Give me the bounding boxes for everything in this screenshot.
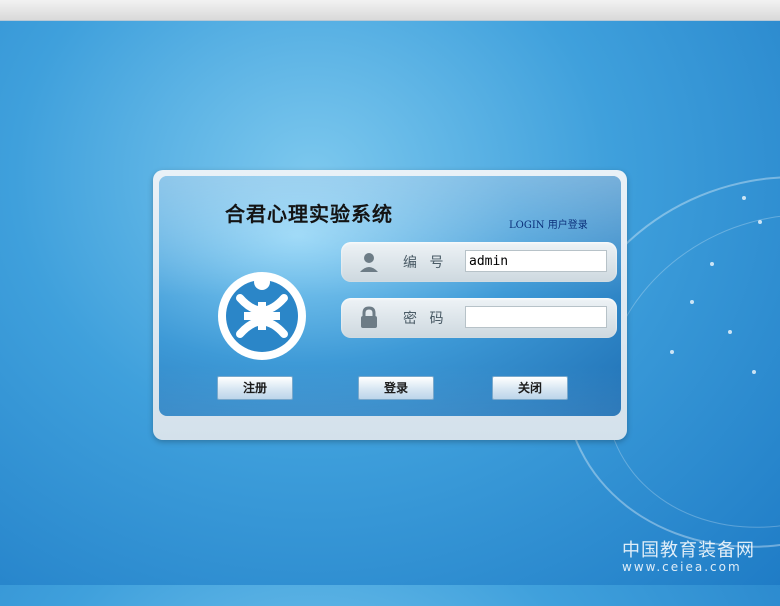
- app-title: 合君心理实验系统: [225, 202, 393, 226]
- login-subtitle: LOGIN 用户登录: [509, 220, 588, 231]
- password-input[interactable]: [465, 306, 607, 328]
- login-button[interactable]: 登录: [358, 376, 434, 400]
- watermark-url: www.ceiea.com: [622, 560, 742, 574]
- login-panel: 合君心理实验系统 LOGIN 用户登录 编 号 密 码: [153, 170, 627, 440]
- browser-top-bar: [0, 0, 780, 21]
- background-dot: [742, 196, 746, 200]
- background-dot: [752, 370, 756, 374]
- login-panel-inner: 合君心理实验系统 LOGIN 用户登录 编 号 密 码: [159, 176, 621, 416]
- background-dot: [758, 220, 762, 224]
- password-label: 密 码: [403, 311, 448, 327]
- close-button[interactable]: 关闭: [492, 376, 568, 400]
- id-label: 编 号: [403, 255, 448, 271]
- app-logo-icon: [218, 272, 306, 360]
- background-dot: [728, 330, 732, 334]
- user-icon: [360, 253, 378, 272]
- register-button[interactable]: 注册: [217, 376, 293, 400]
- background-dot: [710, 262, 714, 266]
- watermark-text: 中国教育装备网: [622, 540, 755, 561]
- lock-icon: [361, 306, 377, 328]
- background-dot: [670, 350, 674, 354]
- id-field-row: 编 号: [341, 242, 617, 282]
- background-dot: [690, 300, 694, 304]
- id-input[interactable]: [465, 250, 607, 272]
- password-field-row: 密 码: [341, 298, 617, 338]
